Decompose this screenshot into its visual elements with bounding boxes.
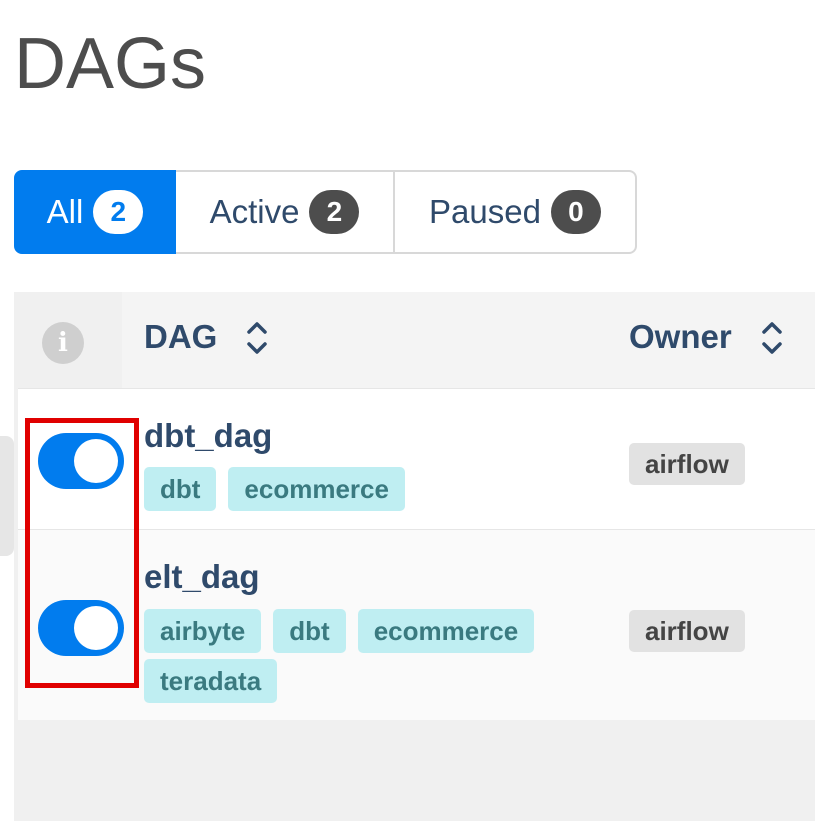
tag-badge[interactable]: dbt: [273, 609, 346, 653]
tag-badge[interactable]: teradata: [144, 659, 278, 703]
filter-paused-count: 0: [550, 190, 601, 234]
tag-badge[interactable]: ecommerce: [228, 467, 405, 511]
dag-id-link[interactable]: dbt_dag: [144, 417, 272, 455]
dag-sort-icon[interactable]: [244, 318, 270, 358]
owner-badge[interactable]: airflow: [629, 443, 745, 485]
filter-all-count: 2: [93, 190, 144, 234]
tag-badge[interactable]: ecommerce: [357, 609, 535, 653]
info-column-header: i: [14, 292, 122, 388]
info-icon[interactable]: i: [42, 322, 84, 364]
tag-badge[interactable]: dbt: [144, 467, 217, 511]
dag-tags: airbyte dbt ecommerce teradata: [144, 609, 584, 709]
filter-paused-button[interactable]: Paused 0: [395, 170, 637, 254]
dag-status-filter: All 2 Active 2 Paused 0: [14, 170, 637, 254]
dag-column-header[interactable]: DAG: [144, 318, 217, 356]
filter-active-button[interactable]: Active 2: [176, 170, 395, 254]
owner-sort-icon[interactable]: [759, 318, 785, 358]
annotation-highlight-box: [25, 418, 139, 688]
filter-active-label: Active: [209, 193, 300, 230]
page-title: DAGs: [14, 24, 207, 104]
sidebar-edge-handle[interactable]: [0, 436, 14, 556]
dag-id-link[interactable]: elt_dag: [144, 558, 260, 596]
filter-active-count: 2: [309, 190, 360, 234]
owner-column-header[interactable]: Owner: [629, 318, 732, 356]
filter-paused-label: Paused: [429, 193, 541, 230]
filter-all-button[interactable]: All 2: [14, 170, 176, 254]
table-header: i DAG Owner: [14, 292, 815, 388]
tag-badge[interactable]: airbyte: [144, 609, 262, 653]
dag-tags: dbt ecommerce: [144, 467, 584, 517]
filter-all-label: All: [46, 193, 84, 230]
owner-badge[interactable]: airflow: [629, 610, 745, 652]
